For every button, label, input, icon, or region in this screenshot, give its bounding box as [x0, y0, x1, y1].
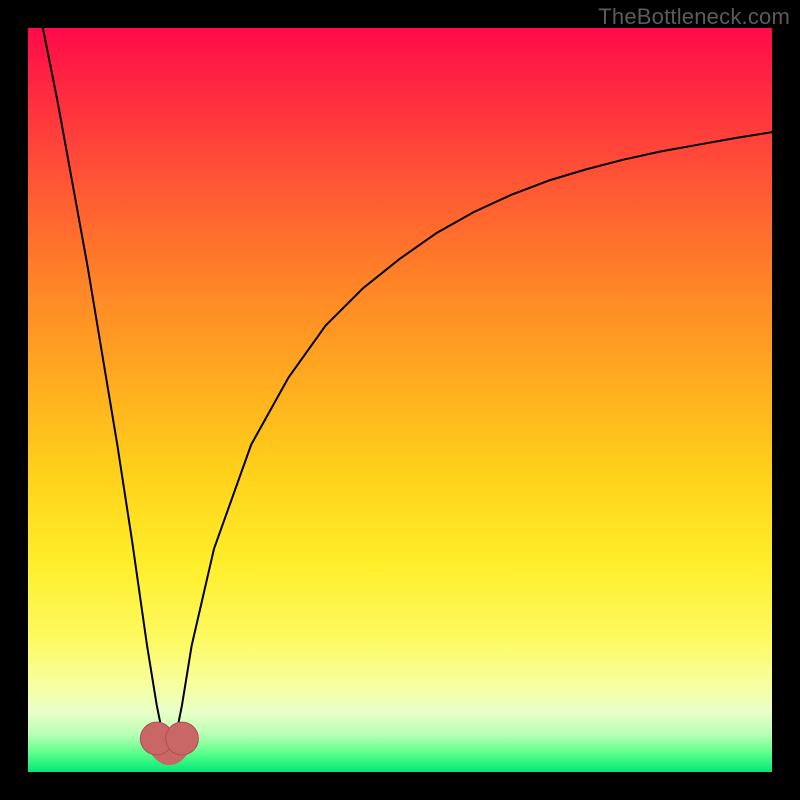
bottleneck-curve	[43, 28, 772, 757]
plot-area	[28, 28, 772, 772]
curve-layer	[28, 28, 772, 772]
chart-frame: TheBottleneck.com	[0, 0, 800, 800]
minimum-marker-1	[166, 722, 199, 755]
watermark-text: TheBottleneck.com	[598, 4, 790, 30]
